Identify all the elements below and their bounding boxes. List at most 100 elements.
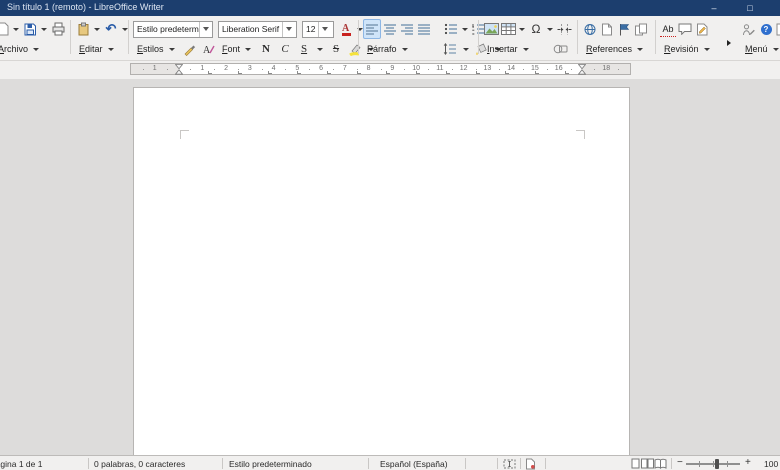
combo-arrow-icon[interactable]	[282, 21, 295, 37]
font-name-combo[interactable]: Liberation Serif	[218, 20, 297, 38]
undo-icon[interactable]: ↶	[103, 20, 119, 38]
save-status-icon[interactable]	[525, 458, 536, 470]
underline-button[interactable]: S	[296, 40, 312, 58]
hyperlink-icon[interactable]	[582, 20, 598, 38]
footnote-page-icon[interactable]	[599, 20, 615, 38]
document-area[interactable]	[0, 79, 780, 470]
menu-estilos[interactable]: Estilos	[135, 44, 179, 54]
align-right-button[interactable]	[399, 20, 415, 38]
character-highlight-icon[interactable]: A	[201, 40, 217, 58]
toolbar-overflow-icon[interactable]	[727, 40, 731, 46]
text-language[interactable]: Español (España)	[380, 459, 448, 469]
ruler-number: 2	[224, 65, 228, 72]
insert-table-icon[interactable]	[500, 20, 516, 38]
font-name-value: Liberation Serif	[222, 24, 280, 34]
comment-icon[interactable]	[677, 20, 693, 38]
bullet-list-icon[interactable]	[443, 20, 459, 38]
word-count[interactable]: 0 palabras, 0 caracteres	[94, 459, 185, 469]
ruler-number: 1	[152, 65, 157, 72]
shapes-icon[interactable]	[553, 40, 569, 58]
selection-mode-icon[interactable]	[503, 459, 516, 469]
tab-stop-mark	[356, 71, 361, 74]
special-character-icon[interactable]: Ω	[528, 20, 544, 38]
paragraph-style-combo[interactable]: Estilo predeterminado	[133, 20, 213, 38]
zoom-tick	[699, 461, 700, 467]
single-page-view-icon[interactable]	[631, 458, 640, 469]
menu-editar[interactable]: Editar	[77, 44, 118, 54]
zoom-tick	[713, 461, 714, 467]
text-boundary-corner	[180, 130, 189, 139]
special-character-dropdown[interactable]	[547, 27, 553, 31]
bullet-list-dropdown[interactable]	[462, 27, 468, 31]
toolbar: Archivo ↶ ↷ Editar	[0, 16, 780, 61]
underline-dropdown[interactable]	[317, 47, 324, 51]
track-changes-icon[interactable]	[694, 20, 710, 38]
justify-button[interactable]	[416, 20, 432, 38]
partial-icon[interactable]	[775, 20, 780, 38]
strikethrough-button[interactable]: S	[328, 40, 344, 58]
combo-arrow-icon[interactable]	[318, 21, 331, 37]
separator	[222, 458, 223, 469]
zoom-out-button[interactable]: −	[677, 457, 683, 468]
combo-arrow-icon[interactable]	[199, 21, 212, 37]
ruler-number: 11	[436, 65, 444, 72]
right-indent-marker[interactable]	[578, 64, 586, 75]
zoom-slider[interactable]	[686, 459, 740, 469]
group-archivo: Archivo	[0, 18, 66, 58]
new-document-dropdown[interactable]	[13, 27, 19, 31]
paste-dropdown[interactable]	[94, 27, 100, 31]
print-icon[interactable]	[50, 20, 66, 38]
maximize-button[interactable]: □	[734, 0, 766, 16]
menu-parrafo[interactable]: Párrafo	[365, 44, 412, 54]
separator	[545, 458, 546, 469]
font-size-combo[interactable]: 12	[302, 20, 334, 38]
ruler-tick	[142, 69, 144, 70]
italic-button[interactable]: C	[277, 40, 293, 58]
spellcheck-icon[interactable]: Ab	[660, 22, 676, 37]
zoom-level[interactable]: 100 %	[764, 459, 780, 469]
close-button[interactable]: ✕	[772, 0, 780, 16]
paste-icon[interactable]	[75, 20, 91, 38]
sign-document-icon[interactable]	[741, 20, 757, 38]
ruler-tick	[166, 69, 168, 70]
tab-stop-mark	[267, 71, 272, 74]
page[interactable]	[133, 87, 630, 470]
save-dropdown[interactable]	[41, 27, 47, 31]
insert-break-icon[interactable]	[556, 20, 572, 38]
ruler-tick	[190, 69, 192, 70]
font-color-icon[interactable]: A	[338, 20, 354, 38]
page-count[interactable]: Página 1 de 1	[0, 459, 42, 469]
ruler[interactable]: 1 1 2 3 4 5 6 7 8 9 10 11 12 13 14 15 16 18	[130, 63, 631, 75]
menu-archivo[interactable]: Archivo	[0, 44, 43, 54]
help-icon[interactable]: ?	[758, 20, 774, 38]
left-indent-marker[interactable]	[175, 64, 183, 75]
bookmark-flag-icon[interactable]	[616, 20, 632, 38]
menu-font[interactable]: Font	[220, 44, 255, 54]
multi-page-view-icon[interactable]	[641, 458, 654, 469]
align-left-button[interactable]	[363, 19, 381, 39]
ruler-number: 18	[602, 65, 611, 72]
menu-insertar[interactable]: Insertar	[485, 44, 533, 54]
ruler-tick	[618, 69, 620, 70]
line-spacing-icon[interactable]	[442, 40, 458, 58]
menu-main[interactable]: Menú	[743, 44, 780, 54]
highlight-color-icon[interactable]	[347, 40, 363, 58]
insert-table-dropdown[interactable]	[519, 27, 525, 31]
menu-revision[interactable]: Revisión	[662, 44, 714, 54]
zoom-in-button[interactable]: +	[745, 457, 751, 468]
clone-formatting-icon[interactable]	[182, 40, 198, 58]
page-style[interactable]: Estilo predeterminado	[229, 459, 312, 469]
new-document-icon[interactable]	[0, 20, 10, 38]
cross-reference-icon[interactable]	[633, 20, 649, 38]
save-icon[interactable]	[22, 20, 38, 38]
minimize-button[interactable]: –	[698, 0, 730, 16]
chevron-down-icon	[107, 47, 114, 51]
line-spacing-dropdown[interactable]	[462, 47, 469, 51]
zoom-slider-handle[interactable]	[715, 459, 719, 469]
menu-references[interactable]: References	[584, 44, 647, 54]
separator	[497, 458, 498, 469]
insert-image-icon[interactable]	[483, 20, 499, 38]
bold-button[interactable]: N	[258, 40, 274, 58]
align-center-button[interactable]	[382, 20, 398, 38]
book-view-icon[interactable]	[654, 458, 667, 469]
